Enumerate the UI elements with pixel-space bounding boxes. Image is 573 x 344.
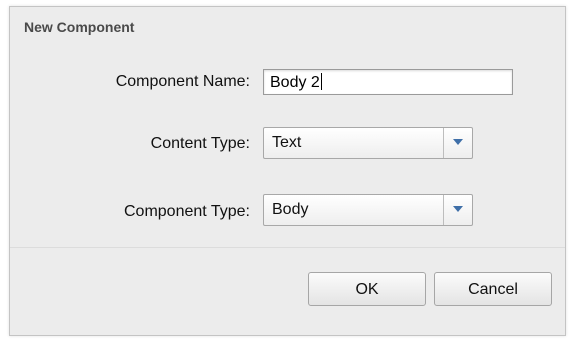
content-type-select[interactable]: Text — [263, 127, 473, 159]
component-type-select[interactable]: Body — [263, 194, 473, 226]
dialog-title: New Component — [24, 19, 135, 35]
content-type-value: Text — [272, 134, 302, 151]
component-name-label: Component Name: — [115, 73, 250, 90]
select-separator — [443, 128, 444, 158]
footer-divider — [10, 247, 565, 248]
new-component-dialog: New Component Component Name: Body 2 Con… — [9, 6, 566, 336]
component-type-label: Component Type: — [123, 203, 250, 220]
component-name-value: Body 2 — [270, 74, 320, 91]
text-cursor — [320, 73, 322, 90]
content-type-label: Content Type: — [150, 135, 250, 152]
chevron-down-icon[interactable] — [453, 206, 463, 212]
component-type-value: Body — [272, 201, 309, 218]
cancel-button[interactable]: Cancel — [434, 272, 552, 306]
ok-button[interactable]: OK — [308, 272, 426, 306]
select-separator — [443, 195, 444, 225]
chevron-down-icon[interactable] — [453, 139, 463, 145]
component-name-input[interactable]: Body 2 — [263, 69, 513, 95]
